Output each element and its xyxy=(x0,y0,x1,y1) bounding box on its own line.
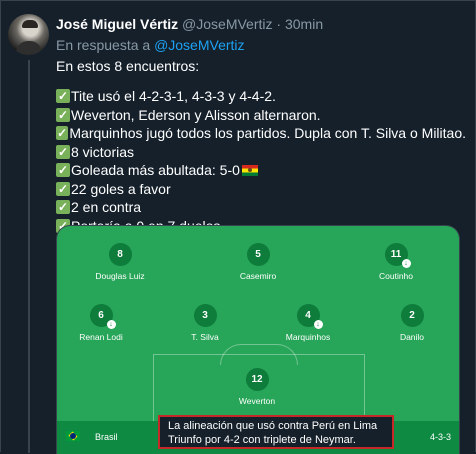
reply-context: En respuesta a @JoseMVertiz xyxy=(56,37,245,53)
caption-overlay: La alineación que usó contra Perú en Lim… xyxy=(158,415,394,449)
player-name: Douglas Luiz xyxy=(95,271,145,281)
bolivia-flag-icon xyxy=(241,164,258,176)
list-item: ✓ Goleada más abultada: 5-0 xyxy=(56,161,466,180)
avatar[interactable] xyxy=(8,14,49,55)
list-item: ✓ 8 victorias xyxy=(56,143,135,160)
substitution-icon: ↓ xyxy=(313,320,323,329)
check-icon: ✓ xyxy=(56,107,70,122)
author-name[interactable]: José Miguel Vértiz xyxy=(56,16,178,32)
list-item: ✓ Weverton, Ederson y Alisson alternaron. xyxy=(56,106,321,123)
brazil-flag-icon xyxy=(66,431,80,441)
player: 2 Danilo xyxy=(372,304,452,342)
check-icon: ✓ xyxy=(56,89,70,104)
player-name: Casemiro xyxy=(239,271,277,281)
list-item: ✓ Marquinhos jugó todos los partidos. Dup… xyxy=(56,125,466,142)
list-item: ✓ 2 en contra xyxy=(56,199,142,216)
tweet-intro: En estos 8 encuentros: xyxy=(56,58,200,74)
player-number: 8 xyxy=(108,243,132,266)
team-name: Brasil xyxy=(95,432,118,442)
player-name: Marquinhos xyxy=(285,332,331,342)
author-handle[interactable]: @JoseMVertiz xyxy=(182,16,272,32)
player-number: 4 ↓ xyxy=(296,304,323,329)
player-name: Danilo xyxy=(399,332,425,342)
caption-line-2: Triunfo por 4-2 con triplete de Neymar. xyxy=(168,434,356,446)
player-number: 2 xyxy=(400,304,424,327)
player-number: 5 xyxy=(246,243,270,266)
player-name: Renan Lodi xyxy=(79,332,123,342)
tweet-header: José Miguel Vértiz @JoseMVertiz · 30min xyxy=(56,16,323,32)
list-item: ✓ 22 goles a favor xyxy=(56,180,171,197)
check-icon: ✓ xyxy=(56,126,69,141)
player-name: Weverton xyxy=(238,396,276,406)
caption-line-1: La alineación que usó contra Perú en Lim… xyxy=(168,420,378,432)
reply-to-link[interactable]: @JoseMVertiz xyxy=(154,37,244,53)
player-number: 11 ↓ xyxy=(384,243,411,268)
player: 3 T. Silva xyxy=(165,304,245,342)
substitution-icon: ↓ xyxy=(401,259,411,268)
player-name: Coutinho xyxy=(378,271,414,281)
player-number: 6 ↓ xyxy=(89,304,116,329)
check-icon: ✓ xyxy=(56,181,70,196)
formation-label: 4-3-3 xyxy=(429,432,451,442)
check-icon: ✓ xyxy=(56,163,70,178)
thread-line xyxy=(28,60,30,453)
check-icon: ✓ xyxy=(56,144,70,159)
player-number: 12 xyxy=(245,368,269,391)
list-item: ✓ Tite usó el 4-2-3-1, 4-3-3 y 4-4-2. xyxy=(56,88,276,105)
reply-prefix: En respuesta a xyxy=(56,37,151,53)
lineup-footer: Brasil 4-3-3 La alineación que usó contr… xyxy=(57,415,459,454)
substitution-icon: ↓ xyxy=(106,320,116,329)
player: 8 Douglas Luiz xyxy=(80,243,160,281)
player: 6 ↓ Renan Lodi xyxy=(61,304,141,342)
player-number: 3 xyxy=(193,304,217,327)
timestamp[interactable]: 30min xyxy=(285,16,323,32)
player: 12 Weverton xyxy=(217,368,297,406)
tweet-text: En estos 8 encuentros: ✓ Tite usó el 4-2-… xyxy=(56,57,466,235)
check-icon: ✓ xyxy=(56,200,70,215)
lineup-image[interactable]: 8 Douglas Luiz 5 Casemiro 11 ↓ Coutinho 6… xyxy=(56,225,460,454)
player-name: T. Silva xyxy=(191,332,219,342)
player: 4 ↓ Marquinhos xyxy=(268,304,348,342)
player: 11 ↓ Coutinho xyxy=(356,243,436,281)
separator: · xyxy=(276,16,282,32)
player: 5 Casemiro xyxy=(218,243,298,281)
